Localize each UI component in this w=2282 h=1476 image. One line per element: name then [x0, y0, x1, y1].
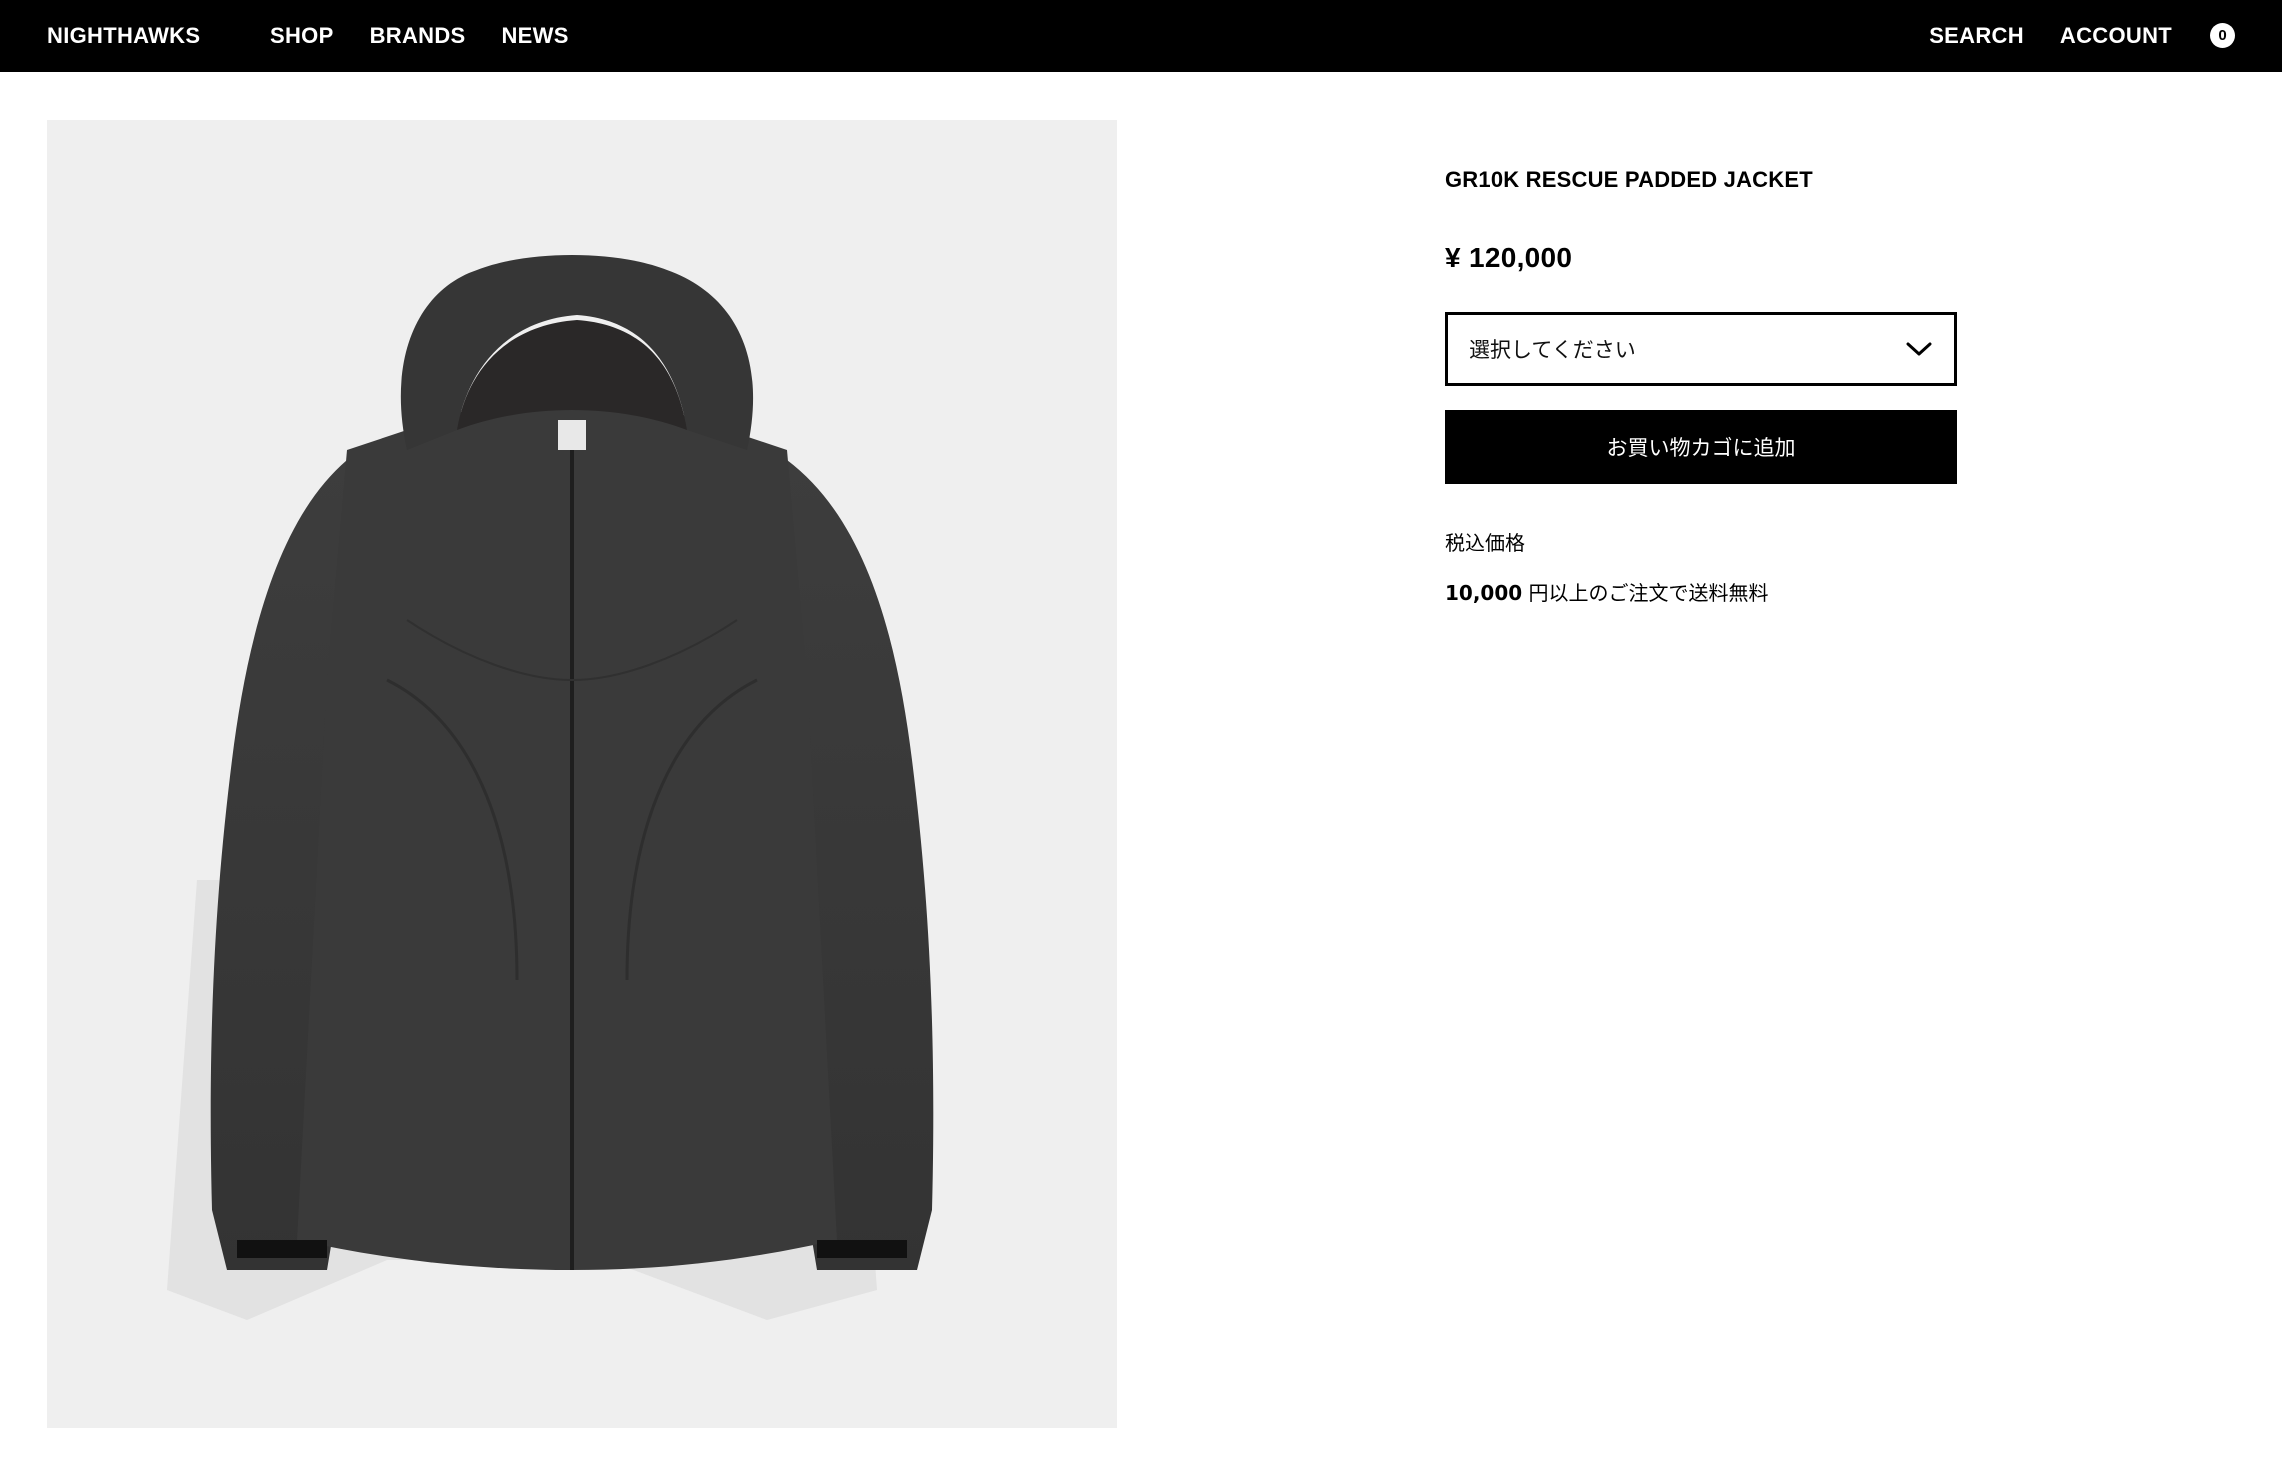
shipping-threshold-text: 円以上のご注文で送料無料 [1522, 581, 1769, 605]
cart-count-badge[interactable]: 0 [2210, 23, 2235, 48]
size-select-value: 選択してください [1469, 338, 1636, 362]
main-nav: SHOP BRANDS NEWS [270, 23, 569, 49]
nav-shop[interactable]: SHOP [270, 23, 334, 49]
product-image[interactable] [47, 120, 1117, 1428]
add-to-cart-button[interactable]: お買い物カゴに追加 [1445, 410, 1957, 484]
utility-nav: SEARCH ACCOUNT [1929, 23, 2172, 49]
free-shipping-note: 10,000 円以上のご注文で送料無料 [1445, 580, 1957, 606]
product-price: ¥ 120,000 [1445, 242, 1573, 273]
nav-news[interactable]: NEWS [501, 23, 568, 49]
nav-search[interactable]: SEARCH [1929, 23, 2024, 49]
hooded-jacket-image [167, 255, 934, 1320]
tax-included-note: 税込価格 [1445, 531, 1525, 555]
shipping-threshold-amount: 10,000 [1445, 581, 1523, 605]
brand-logo[interactable]: NIGHTHAWKS [47, 23, 200, 49]
chevron-down-icon [1906, 342, 1932, 356]
site-header: NIGHTHAWKS SHOP BRANDS NEWS SEARCH ACCOU… [0, 0, 2282, 72]
size-select[interactable]: 選択してください [1445, 312, 1957, 386]
product-info: GR10K RESCUE PADDED JACKET ¥ 120,000 選択し… [1445, 168, 1957, 606]
nav-brands[interactable]: BRANDS [370, 23, 466, 49]
product-title: GR10K RESCUE PADDED JACKET [1445, 167, 1813, 192]
nav-account[interactable]: ACCOUNT [2060, 23, 2172, 49]
